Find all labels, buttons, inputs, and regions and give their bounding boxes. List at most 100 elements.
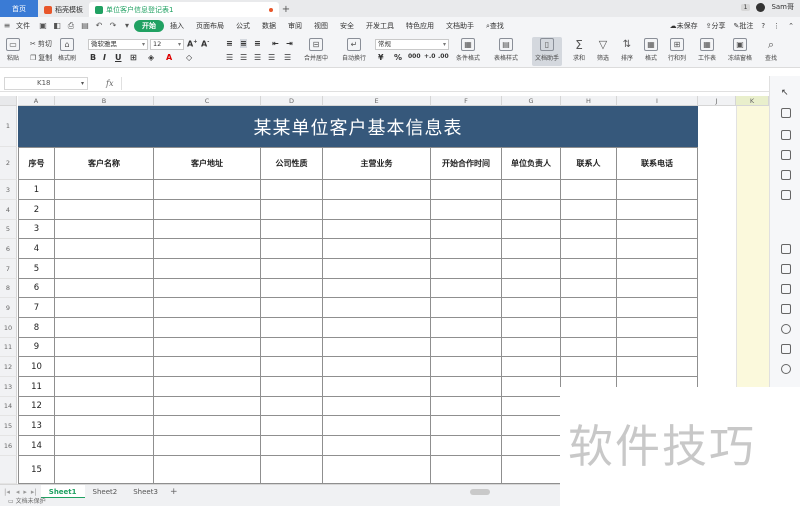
- serial-cell[interactable]: 3: [18, 220, 55, 239]
- table-cell[interactable]: [323, 200, 431, 220]
- serial-cell[interactable]: 8: [18, 318, 55, 338]
- table-style-button[interactable]: ▤ 表格样式: [494, 38, 518, 62]
- table-cell[interactable]: [55, 456, 154, 484]
- row-header-12[interactable]: 12: [0, 357, 17, 377]
- table-cell[interactable]: [561, 318, 617, 338]
- menu-developer[interactable]: 开发工具: [360, 21, 400, 31]
- table-cell[interactable]: [323, 416, 431, 436]
- table-cell[interactable]: [502, 298, 561, 318]
- save-icon[interactable]: ▣: [38, 21, 48, 31]
- table-cell[interactable]: [154, 318, 261, 338]
- table-cell[interactable]: [261, 259, 323, 279]
- thousands-icon[interactable]: 000: [408, 53, 421, 60]
- table-cell[interactable]: [323, 180, 431, 200]
- collapse-ribbon-icon[interactable]: ⌃: [788, 22, 794, 30]
- window-count-badge[interactable]: 1: [740, 3, 751, 11]
- table-cell[interactable]: [561, 180, 617, 200]
- header-serial[interactable]: 序号: [18, 147, 55, 180]
- table-cell[interactable]: [323, 259, 431, 279]
- sheet-tab-2[interactable]: Sheet2: [85, 485, 126, 499]
- align-right-icon[interactable]: ☰: [254, 53, 261, 62]
- table-cell[interactable]: [55, 298, 154, 318]
- table-cell[interactable]: [261, 220, 323, 239]
- border-icon[interactable]: ⊞: [130, 53, 137, 62]
- print-icon[interactable]: ⎙: [66, 21, 76, 31]
- indent-decrease-icon[interactable]: ⇤: [272, 39, 279, 48]
- serial-cell[interactable]: 2: [18, 200, 55, 220]
- find-button[interactable]: ⌕ 查找: [764, 38, 778, 63]
- serial-cell[interactable]: 13: [18, 416, 55, 436]
- menu-search[interactable]: ⌕查找: [480, 21, 510, 31]
- sum-button[interactable]: Σ 求和: [572, 38, 586, 63]
- align-bottom-icon[interactable]: ≡: [254, 39, 261, 48]
- number-format-select[interactable]: 常规: [375, 39, 449, 50]
- table-cell[interactable]: [617, 357, 698, 377]
- menu-review[interactable]: 审阅: [282, 21, 308, 31]
- table-cell[interactable]: [261, 279, 323, 298]
- table-cell[interactable]: [617, 220, 698, 239]
- align-middle-icon[interactable]: ≡: [240, 39, 247, 48]
- unsaved-button[interactable]: ☁未保存: [670, 21, 698, 31]
- table-cell[interactable]: [431, 397, 502, 416]
- column-header-g[interactable]: G: [502, 96, 561, 106]
- column-header-h[interactable]: H: [561, 96, 617, 106]
- help-circle-icon[interactable]: [781, 364, 791, 374]
- column-header-c[interactable]: C: [154, 96, 261, 106]
- avatar[interactable]: [756, 2, 766, 12]
- table-cell[interactable]: [561, 298, 617, 318]
- table-cell[interactable]: [617, 279, 698, 298]
- doc-helper-button[interactable]: ▯ 文档助手: [535, 38, 559, 62]
- table-cell[interactable]: [431, 298, 502, 318]
- column-header-j[interactable]: J: [698, 96, 736, 106]
- table-cell[interactable]: [154, 377, 261, 397]
- serial-cell[interactable]: 1: [18, 180, 55, 200]
- chart-icon[interactable]: [781, 190, 791, 200]
- table-cell[interactable]: [154, 180, 261, 200]
- table-cell[interactable]: [502, 279, 561, 298]
- table-cell[interactable]: [154, 220, 261, 239]
- table-cell[interactable]: [323, 357, 431, 377]
- select-all-corner[interactable]: [0, 96, 17, 106]
- increase-decimal-icon[interactable]: +.0: [424, 53, 435, 60]
- currency-icon[interactable]: ¥: [378, 53, 384, 62]
- table-cell[interactable]: [261, 416, 323, 436]
- table-cell[interactable]: [261, 397, 323, 416]
- table-cell[interactable]: [323, 456, 431, 484]
- help-icon[interactable]: ?: [761, 22, 765, 30]
- table-cell[interactable]: [323, 397, 431, 416]
- table-cell[interactable]: [154, 298, 261, 318]
- table-cell[interactable]: [154, 436, 261, 456]
- row-header-1[interactable]: 1: [0, 106, 17, 147]
- row-header-13[interactable]: 13: [0, 377, 17, 397]
- freeze-button[interactable]: ▣ 冻结窗格: [728, 38, 752, 62]
- table-cell[interactable]: [323, 436, 431, 456]
- row-header-2[interactable]: 2: [0, 147, 17, 180]
- column-header-e[interactable]: E: [323, 96, 431, 106]
- table-cell[interactable]: [154, 259, 261, 279]
- sheet-title[interactable]: 某某单位客户基本信息表: [18, 106, 698, 147]
- add-sheet-button[interactable]: +: [166, 487, 182, 497]
- table-cell[interactable]: [55, 279, 154, 298]
- clear-format-icon[interactable]: ◇: [186, 53, 192, 62]
- menu-page-layout[interactable]: 页面布局: [190, 21, 230, 31]
- serial-cell[interactable]: 6: [18, 279, 55, 298]
- table-cell[interactable]: [55, 259, 154, 279]
- grid-icon[interactable]: [781, 170, 791, 180]
- serial-cell[interactable]: 15: [18, 456, 55, 484]
- font-size-select[interactable]: 12: [150, 39, 184, 50]
- serial-cell[interactable]: 12: [18, 397, 55, 416]
- table-cell[interactable]: [55, 318, 154, 338]
- table-cell[interactable]: [55, 377, 154, 397]
- horizontal-scrollbar[interactable]: [470, 488, 490, 495]
- table-cell[interactable]: [502, 200, 561, 220]
- header-contact[interactable]: 联系人: [561, 147, 617, 180]
- underline-icon[interactable]: U: [115, 53, 122, 62]
- align-center-icon[interactable]: ☰: [240, 53, 247, 62]
- table-cell[interactable]: [431, 456, 502, 484]
- table-cell[interactable]: [261, 456, 323, 484]
- table-cell[interactable]: [502, 338, 561, 357]
- menu-icon[interactable]: ≡: [2, 21, 12, 31]
- merge-center-button[interactable]: ⊟ 合并居中: [304, 38, 328, 62]
- cut-button[interactable]: ✂ 剪切: [30, 39, 52, 49]
- name-box[interactable]: K18: [4, 77, 88, 90]
